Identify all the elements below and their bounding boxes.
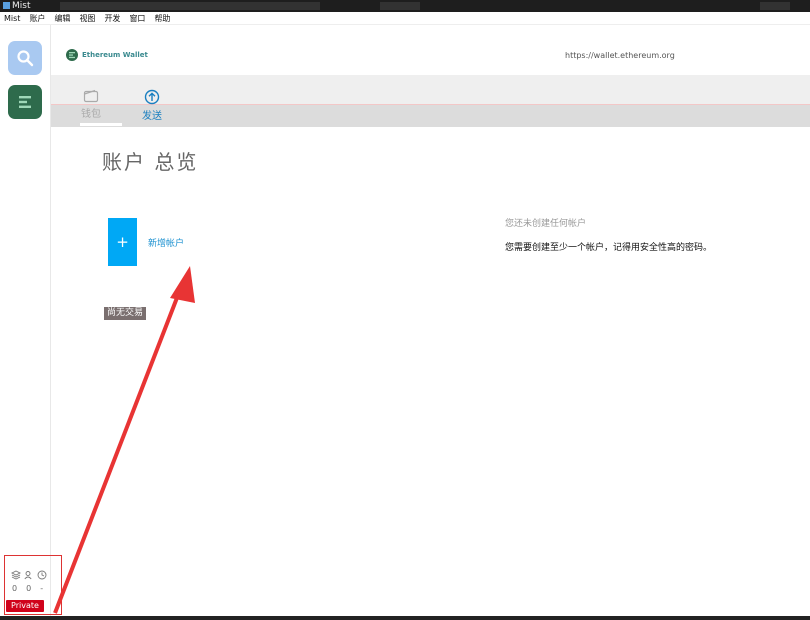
page-title: 账户 总览 <box>102 150 199 174</box>
layers-icon <box>11 570 21 580</box>
annotation-arrow-head <box>170 266 195 303</box>
add-account-label[interactable]: 新增帐户 <box>148 236 184 249</box>
blurred-region <box>380 2 420 10</box>
search-icon <box>17 50 34 67</box>
menu-item-window[interactable]: 窗口 <box>129 12 145 25</box>
node-status-panel: 0 0 - Private <box>4 555 62 615</box>
tab-bar: 钱包 发送 <box>51 75 810 127</box>
last-block-time: - <box>40 584 44 593</box>
brand-name: Ethereum Wallet <box>82 51 148 59</box>
menu-item-account[interactable]: 账户 <box>29 12 45 25</box>
block-count: 0 <box>12 584 18 593</box>
browse-search-button[interactable] <box>8 41 42 75</box>
no-transactions-label: 尚无交易 <box>104 307 147 320</box>
menu-item-mist[interactable]: Mist <box>4 12 20 25</box>
clock-icon <box>37 570 47 580</box>
blurred-region <box>60 2 320 10</box>
send-circle-icon <box>144 89 160 105</box>
menu-bar: Mist 账户 编辑 视图 开发 窗口 帮助 <box>0 12 810 25</box>
add-account-button[interactable]: + <box>108 218 137 266</box>
wallet-app-icon <box>19 96 31 108</box>
window-bottom-edge <box>0 616 810 620</box>
tab-label: 发送 <box>142 111 162 122</box>
menu-item-develop[interactable]: 开发 <box>104 12 120 25</box>
tab-indicator <box>80 123 122 126</box>
annotation-arrow-shaft <box>53 289 182 614</box>
sidebar: 0 0 - Private <box>0 25 62 617</box>
url-text[interactable]: https://wallet.ethereum.org <box>565 51 675 60</box>
window-title: Mist <box>12 1 31 11</box>
menu-item-edit[interactable]: 编辑 <box>54 12 70 25</box>
blurred-region <box>760 2 790 10</box>
tab-wallet[interactable]: 钱包 <box>69 89 113 127</box>
peers-icon <box>24 571 32 580</box>
mist-app-icon <box>3 2 10 9</box>
tab-send[interactable]: 发送 <box>130 89 174 127</box>
menu-item-view[interactable]: 视图 <box>79 12 95 25</box>
wallet-app-button[interactable] <box>8 85 42 119</box>
wallet-logo-icon <box>66 49 78 61</box>
no-accounts-title: 您还未创建任何帐户 <box>505 219 587 229</box>
network-badge[interactable]: Private <box>6 600 44 612</box>
wallet-brand[interactable]: Ethereum Wallet <box>66 49 148 61</box>
tab-label: 钱包 <box>81 109 101 120</box>
no-accounts-text: 您需要创建至少一个帐户，记得用安全性高的密码。 <box>505 243 713 253</box>
url-bar: Ethereum Wallet https://wallet.ethereum.… <box>51 25 810 75</box>
title-bar: Mist <box>0 0 810 12</box>
wallet-icon <box>83 89 99 103</box>
peer-count: 0 <box>26 584 32 593</box>
menu-item-help[interactable]: 帮助 <box>154 12 170 25</box>
